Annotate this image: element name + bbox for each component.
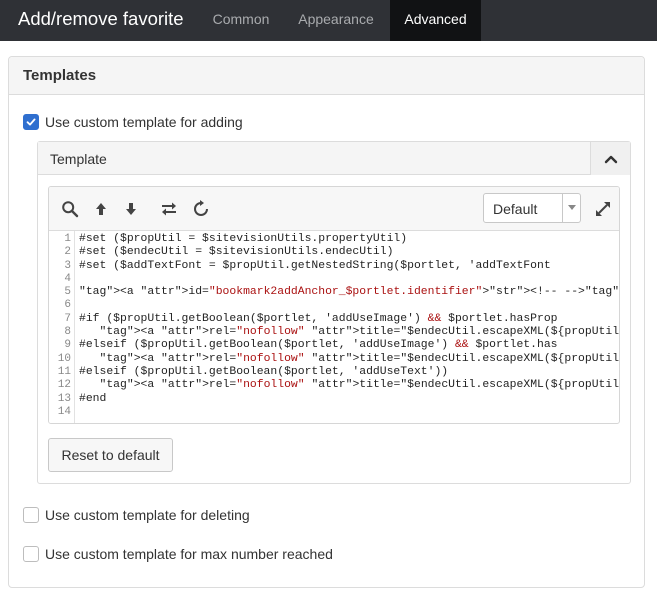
use-custom-max-checkbox[interactable] bbox=[23, 546, 39, 562]
top-bar: Add/remove favorite Common Appearance Ad… bbox=[0, 0, 657, 41]
panel-title: Templates bbox=[23, 67, 97, 84]
chevron-up-icon bbox=[604, 155, 617, 163]
template-select[interactable]: Default bbox=[483, 193, 581, 223]
line-number: 6 bbox=[64, 299, 71, 312]
template-subpanel-title: Template bbox=[50, 151, 107, 167]
use-custom-adding-checkbox[interactable] bbox=[23, 114, 39, 130]
search-icon bbox=[62, 201, 79, 218]
use-custom-max-row[interactable]: Use custom template for max number reach… bbox=[23, 545, 333, 563]
line-number: 5 bbox=[64, 286, 71, 299]
line-number: 12 bbox=[57, 379, 71, 392]
templates-panel: Templates Use custom template for adding… bbox=[8, 56, 645, 588]
template-subpanel: Template Default 1 2 3 4 5 6 7 8 9 10 11… bbox=[37, 141, 631, 484]
app-title: Add/remove favorite bbox=[18, 8, 184, 29]
line-number-gutter: 1 2 3 4 5 6 7 8 9 10 11 12 13 14 bbox=[49, 231, 75, 423]
code-line: #set ($propUtil = $sitevisionUtils.prope… bbox=[79, 233, 408, 245]
code-line: #set ($addTextFont = $propUtil.getNested… bbox=[79, 259, 551, 272]
arrow-down-icon bbox=[126, 203, 136, 215]
move-up-button[interactable] bbox=[91, 199, 111, 219]
use-custom-deleting-row[interactable]: Use custom template for deleting bbox=[23, 506, 250, 524]
use-custom-adding-label: Use custom template for adding bbox=[45, 114, 243, 130]
panel-header: Templates bbox=[9, 57, 644, 95]
code-content[interactable]: #set ($propUtil = $sitevisionUtils.prope… bbox=[79, 233, 619, 423]
reset-to-default-button[interactable]: Reset to default bbox=[48, 438, 173, 472]
use-custom-deleting-label: Use custom template for deleting bbox=[45, 507, 250, 523]
line-number: 9 bbox=[64, 339, 71, 352]
line-number: 8 bbox=[64, 326, 71, 339]
refresh-icon bbox=[194, 200, 208, 216]
template-subpanel-header: Template bbox=[38, 142, 630, 175]
code-line: #set ($endecUtil = $sitevisionUtils.ende… bbox=[79, 246, 394, 259]
tab-appearance[interactable]: Appearance bbox=[286, 0, 386, 41]
use-custom-max-label: Use custom template for max number reach… bbox=[45, 546, 333, 562]
expand-icon bbox=[596, 202, 610, 216]
line-number: 11 bbox=[57, 365, 71, 378]
line-number: 4 bbox=[64, 272, 71, 285]
code-line: #if ($propUtil.getBoolean($portlet, 'add… bbox=[79, 312, 558, 325]
use-custom-deleting-checkbox[interactable] bbox=[23, 507, 39, 523]
line-number: 2 bbox=[64, 246, 71, 259]
code-line: "tag"><a "attr">rel="nofollow" "attr">ti… bbox=[99, 352, 619, 365]
line-number: 13 bbox=[57, 392, 71, 405]
line-number: 10 bbox=[57, 352, 71, 365]
line-number: 14 bbox=[57, 405, 71, 418]
code-line: #elseif ($propUtil.getBoolean($portlet, … bbox=[79, 365, 449, 378]
line-number: 3 bbox=[64, 259, 71, 272]
tab-advanced[interactable]: Advanced bbox=[390, 0, 481, 41]
line-number: 1 bbox=[64, 233, 71, 245]
template-select-value: Default bbox=[493, 201, 538, 217]
search-button[interactable] bbox=[60, 199, 80, 219]
refresh-button[interactable] bbox=[191, 199, 211, 219]
arrow-up-icon bbox=[96, 203, 106, 215]
select-caret bbox=[562, 194, 580, 222]
code-line: "tag"><a "attr">id="bookmark2addAnchor_$… bbox=[79, 286, 619, 299]
line-number: 7 bbox=[64, 312, 71, 325]
editor-toolbar: Default bbox=[49, 187, 619, 231]
expand-button[interactable] bbox=[593, 199, 613, 219]
swap-button[interactable] bbox=[159, 199, 179, 219]
tab-common[interactable]: Common bbox=[201, 0, 281, 41]
code-area[interactable]: 1 2 3 4 5 6 7 8 9 10 11 12 13 14 #set ($propUtil = $s… bbox=[49, 231, 619, 423]
collapse-button[interactable] bbox=[590, 142, 630, 175]
code-editor: Default 1 2 3 4 5 6 7 8 9 10 11 12 13 14 #set ($propU… bbox=[48, 186, 620, 424]
use-custom-adding-row[interactable]: Use custom template for adding bbox=[23, 113, 243, 131]
code-line: #end bbox=[79, 392, 107, 405]
swap-icon bbox=[162, 202, 176, 216]
code-line: "tag"><a "attr">rel="nofollow" "attr">ti… bbox=[99, 326, 619, 339]
chevron-down-icon bbox=[567, 205, 576, 210]
code-line: "tag"><a "attr">rel="nofollow" "attr">ti… bbox=[99, 379, 619, 392]
move-down-button[interactable] bbox=[121, 199, 141, 219]
code-line: #elseif ($propUtil.getBoolean($portlet, … bbox=[79, 339, 558, 352]
check-icon bbox=[26, 118, 36, 126]
